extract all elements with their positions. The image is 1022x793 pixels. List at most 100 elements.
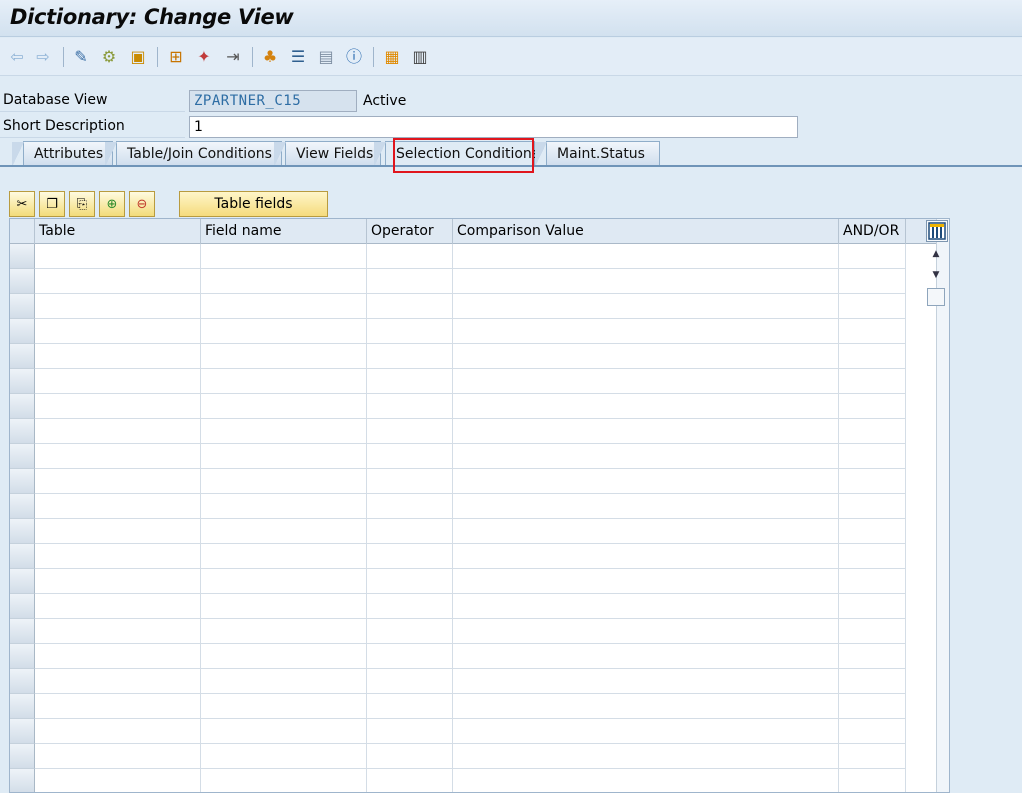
grid-cell[interactable] [35,344,201,369]
grid-cell[interactable] [35,444,201,469]
row-selector[interactable] [10,344,35,369]
grid-cell[interactable] [367,644,453,669]
row-selector[interactable] [10,544,35,569]
row-selector[interactable] [10,769,35,792]
grid-cell[interactable] [201,744,367,769]
display-change-icon[interactable]: ⚙ [98,46,120,68]
grid-cell[interactable] [839,294,906,319]
row-selector[interactable] [10,744,35,769]
tab-maint-status[interactable]: Maint.Status [535,141,660,167]
grid-cell[interactable] [367,244,453,269]
grid-cell[interactable] [35,244,201,269]
table-fields-button[interactable]: Table fields [179,191,328,217]
info-icon[interactable]: ⓘ [343,46,365,68]
grid-cell[interactable] [367,294,453,319]
grid-cell[interactable] [35,319,201,344]
grid-cell[interactable] [201,444,367,469]
grid-cell[interactable] [453,319,839,344]
grid-cell[interactable] [201,719,367,744]
grid-cell[interactable] [201,394,367,419]
grid-cell[interactable] [453,344,839,369]
grid-cell[interactable] [201,644,367,669]
scroll-thumb[interactable] [927,288,945,306]
grid-cell[interactable] [839,244,906,269]
grid-cell[interactable] [367,669,453,694]
row-selector[interactable] [10,394,35,419]
grid-cell[interactable] [35,594,201,619]
scroll-down-icon[interactable]: ▼ [928,270,944,284]
tab-view-fields[interactable]: View Fields [274,141,381,167]
grid-cell[interactable] [201,494,367,519]
row-selector[interactable] [10,244,35,269]
object-list-icon[interactable]: ✦ [193,46,215,68]
row-selector[interactable] [10,494,35,519]
row-selector[interactable] [10,469,35,494]
grid-cell[interactable] [453,594,839,619]
grid-cell[interactable] [453,744,839,769]
grid-cell[interactable] [35,369,201,394]
grid-cell[interactable] [367,544,453,569]
technical-settings-icon[interactable]: ☰ [287,46,309,68]
grid-cell[interactable] [201,519,367,544]
grid-cell[interactable] [35,694,201,719]
grid-cell[interactable] [839,319,906,344]
grid-cell[interactable] [839,669,906,694]
grid-cell[interactable] [35,569,201,594]
graphic-icon[interactable]: ⇥ [222,46,244,68]
grid-cell[interactable] [839,744,906,769]
grid-cell[interactable] [35,544,201,569]
grid-cell[interactable] [453,244,839,269]
row-selector[interactable] [10,619,35,644]
row-selector[interactable] [10,419,35,444]
grid-cell[interactable] [201,569,367,594]
grid-cell[interactable] [367,694,453,719]
grid-cell[interactable] [201,369,367,394]
grid-cell[interactable] [839,544,906,569]
row-selector[interactable] [10,594,35,619]
grid-cell[interactable] [367,269,453,294]
grid-cell[interactable] [453,669,839,694]
row-selector[interactable] [10,569,35,594]
grid-cell[interactable] [35,394,201,419]
grid-cell[interactable] [35,744,201,769]
grid-cell[interactable] [201,319,367,344]
grid-cell[interactable] [367,469,453,494]
grid-cell[interactable] [35,519,201,544]
grid-cell[interactable] [367,769,453,792]
back-icon[interactable]: ⇦ [6,46,28,68]
grid-cell[interactable] [201,269,367,294]
insert-row-button[interactable]: ⊕ [99,191,125,217]
grid-cell[interactable] [367,394,453,419]
grid-cell[interactable] [839,369,906,394]
utilities-icon[interactable]: ▤ [315,46,337,68]
grid-cell[interactable] [35,669,201,694]
row-selector[interactable] [10,669,35,694]
grid-cell[interactable] [839,444,906,469]
column-header-field-name[interactable]: Field name [201,219,367,244]
select-all-header[interactable] [10,219,35,244]
grid-cell[interactable] [201,469,367,494]
grid-cell[interactable] [201,344,367,369]
grid-cell[interactable] [35,494,201,519]
grid-cell[interactable] [839,269,906,294]
other-object-icon[interactable]: ✎ [70,46,92,68]
grid-cell[interactable] [201,694,367,719]
grid-cell[interactable] [453,419,839,444]
short-description-field[interactable]: 1 [189,116,798,138]
grid-cell[interactable] [839,719,906,744]
grid-cell[interactable] [367,319,453,344]
row-selector[interactable] [10,444,35,469]
column-layout-button[interactable] [926,220,948,242]
grid-cell[interactable] [201,669,367,694]
grid-cell[interactable] [367,344,453,369]
grid-cell[interactable] [201,419,367,444]
column-header-and-or[interactable]: AND/OR [839,219,906,244]
grid-cell[interactable] [453,369,839,394]
column-header-operator[interactable]: Operator [367,219,453,244]
grid-cell[interactable] [839,694,906,719]
grid-cell[interactable] [367,369,453,394]
grid-cell[interactable] [839,569,906,594]
grid-cell[interactable] [201,544,367,569]
column-header-comparison-value[interactable]: Comparison Value [453,219,839,244]
grid-cell[interactable] [839,644,906,669]
